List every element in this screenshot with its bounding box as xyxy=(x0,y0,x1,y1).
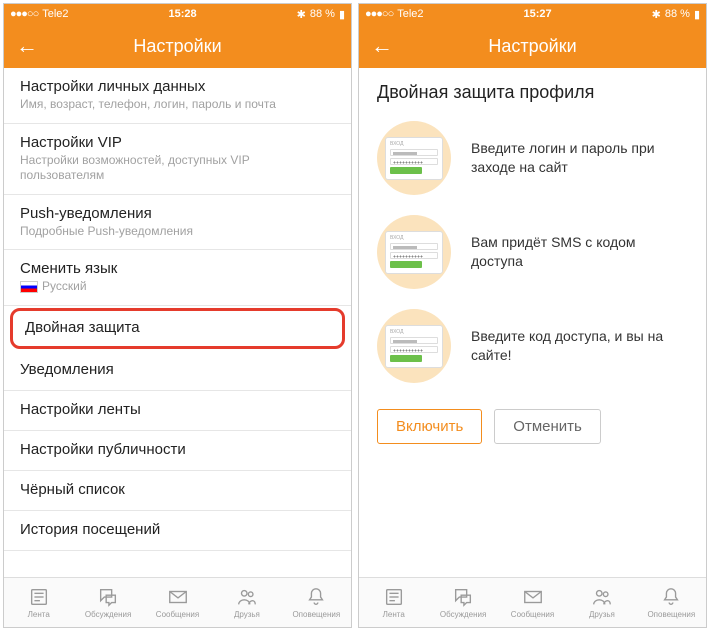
nav-bar: ← Настройки xyxy=(359,24,706,68)
back-icon[interactable]: ← xyxy=(16,35,38,57)
row-notifications[interactable]: Уведомления xyxy=(4,351,351,391)
row-two-factor[interactable]: Двойная защита xyxy=(10,308,345,349)
signal-icon: ●●●○○ xyxy=(365,8,393,20)
clock-label: 15:27 xyxy=(524,8,552,20)
tab-feed[interactable]: Лента xyxy=(359,578,428,627)
login-card-icon: вход xyxy=(377,215,451,289)
battery-label: 88 % xyxy=(310,8,335,20)
step-1: вход Введите логин и пароль при заходе н… xyxy=(359,111,706,205)
clock-label: 15:28 xyxy=(169,8,197,20)
carrier-label: Tele2 xyxy=(42,8,68,20)
tab-alerts[interactable]: Оповещения xyxy=(637,578,706,627)
tabbar: Лента Обсуждения Сообщения Друзья Оповещ… xyxy=(359,577,706,627)
row-vip[interactable]: Настройки VIP Настройки возможностей, до… xyxy=(4,124,351,195)
right-phone: ●●●○○ Tele2 15:27 ✱ 88 % ▮ ← Настройки Д… xyxy=(358,3,707,628)
row-personal[interactable]: Настройки личных данных Имя, возраст, те… xyxy=(4,68,351,124)
step-2: вход Вам придёт SMS с кодом доступа xyxy=(359,205,706,299)
row-language[interactable]: Сменить язык Русский xyxy=(4,250,351,306)
friends-icon xyxy=(236,586,258,608)
settings-list[interactable]: Настройки личных данных Имя, возраст, те… xyxy=(4,68,351,577)
login-card-icon: вход xyxy=(377,309,451,383)
signal-icon: ●●●○○ xyxy=(10,8,38,20)
back-icon[interactable]: ← xyxy=(371,35,393,57)
nav-title: Настройки xyxy=(133,36,221,57)
page-title: Двойная защита профиля xyxy=(359,68,706,111)
battery-icon: ▮ xyxy=(339,8,345,21)
enable-button[interactable]: Включить xyxy=(377,409,482,444)
tab-discussions[interactable]: Обсуждения xyxy=(428,578,497,627)
chat-icon xyxy=(97,586,119,608)
battery-label: 88 % xyxy=(665,8,690,20)
feed-icon xyxy=(28,586,50,608)
login-card-icon: вход xyxy=(377,121,451,195)
mail-icon xyxy=(522,586,544,608)
tab-friends[interactable]: Друзья xyxy=(212,578,281,627)
tab-discussions[interactable]: Обсуждения xyxy=(73,578,142,627)
tab-alerts[interactable]: Оповещения xyxy=(282,578,351,627)
action-row: Включить Отменить xyxy=(359,393,706,460)
bell-icon xyxy=(660,586,682,608)
bell-icon xyxy=(305,586,327,608)
tab-feed[interactable]: Лента xyxy=(4,578,73,627)
cancel-button[interactable]: Отменить xyxy=(494,409,601,444)
row-feed-settings[interactable]: Настройки ленты xyxy=(4,391,351,431)
flag-ru-icon xyxy=(20,281,38,293)
nav-bar: ← Настройки xyxy=(4,24,351,68)
status-bar: ●●●○○ Tele2 15:27 ✱ 88 % ▮ xyxy=(359,4,706,24)
feed-icon xyxy=(383,586,405,608)
battery-icon: ▮ xyxy=(694,8,700,21)
row-history[interactable]: История посещений xyxy=(4,511,351,551)
chat-icon xyxy=(452,586,474,608)
bluetooth-icon: ✱ xyxy=(652,8,661,21)
tab-friends[interactable]: Друзья xyxy=(567,578,636,627)
two-factor-content: Двойная защита профиля вход Введите логи… xyxy=(359,68,706,577)
tab-messages[interactable]: Сообщения xyxy=(143,578,212,627)
tabbar: Лента Обсуждения Сообщения Друзья Оповещ… xyxy=(4,577,351,627)
row-privacy[interactable]: Настройки публичности xyxy=(4,431,351,471)
left-phone: ●●●○○ Tele2 15:28 ✱ 88 % ▮ ← Настройки Н… xyxy=(3,3,352,628)
tab-messages[interactable]: Сообщения xyxy=(498,578,567,627)
bluetooth-icon: ✱ xyxy=(297,8,306,21)
carrier-label: Tele2 xyxy=(397,8,423,20)
status-bar: ●●●○○ Tele2 15:28 ✱ 88 % ▮ xyxy=(4,4,351,24)
step-3: вход Введите код доступа, и вы на сайте! xyxy=(359,299,706,393)
row-blacklist[interactable]: Чёрный список xyxy=(4,471,351,511)
nav-title: Настройки xyxy=(488,36,576,57)
friends-icon xyxy=(591,586,613,608)
mail-icon xyxy=(167,586,189,608)
row-push[interactable]: Push-уведомления Подробные Push-уведомле… xyxy=(4,195,351,251)
